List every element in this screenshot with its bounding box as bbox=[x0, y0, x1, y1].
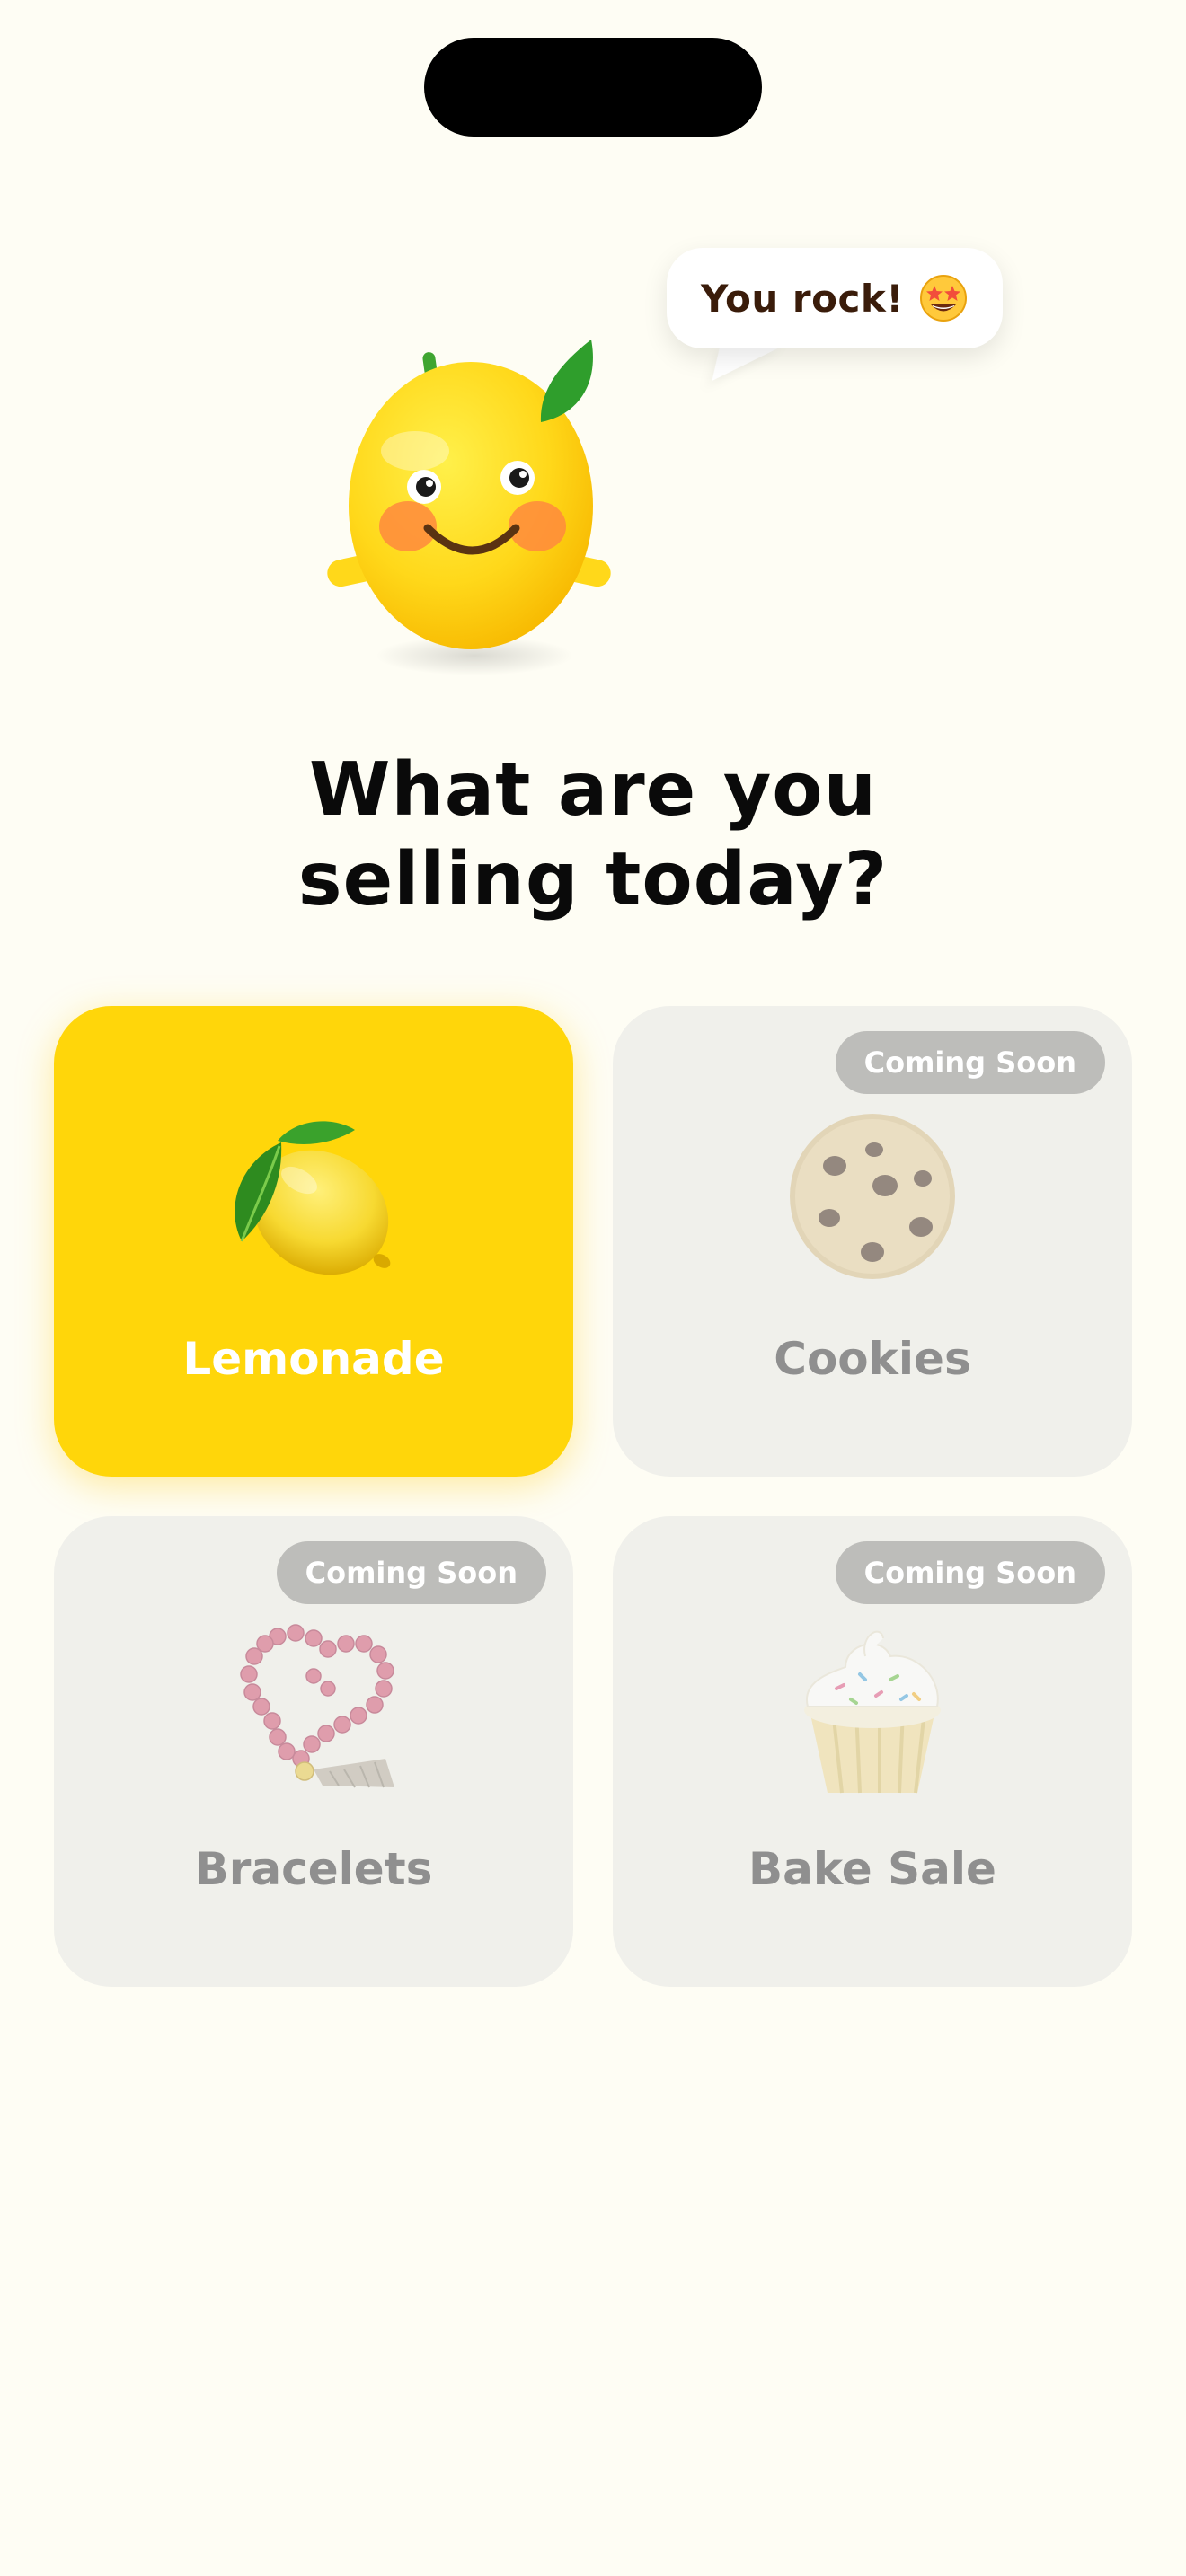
option-label: Bake Sale bbox=[748, 1843, 996, 1895]
coming-soon-badge: Coming Soon bbox=[835, 1031, 1105, 1094]
option-card-cookies[interactable]: Coming Soon Cookies bbox=[613, 1006, 1132, 1477]
star-struck-face-icon bbox=[919, 275, 967, 322]
coming-soon-badge: Coming Soon bbox=[276, 1541, 546, 1604]
coming-soon-badge: Coming Soon bbox=[835, 1541, 1105, 1604]
option-card-lemonade[interactable]: Lemonade bbox=[54, 1006, 573, 1477]
page-title: What are you selling today? bbox=[0, 745, 1186, 925]
lemon-icon bbox=[235, 1121, 391, 1275]
dynamic-island bbox=[424, 38, 762, 137]
speech-bubble: You rock! bbox=[667, 248, 1003, 348]
option-card-bracelets[interactable]: Coming Soon Bracelets bbox=[54, 1516, 573, 1987]
option-card-bake-sale[interactable]: Coming Soon Bake Sale bbox=[613, 1516, 1132, 1987]
option-label: Lemonade bbox=[182, 1333, 445, 1385]
speech-bubble-text: You rock! bbox=[701, 276, 904, 321]
option-label: Cookies bbox=[774, 1333, 971, 1385]
page-title-line-2: selling today? bbox=[297, 837, 889, 922]
bead-bracelet-icon bbox=[240, 1624, 394, 1788]
cupcake-icon bbox=[804, 1630, 941, 1794]
lemon-mascot-icon bbox=[327, 340, 611, 675]
cookie-icon bbox=[790, 1114, 955, 1279]
page-title-line-1: What are you bbox=[308, 747, 877, 833]
option-label: Bracelets bbox=[194, 1843, 433, 1895]
speech-bubble-tail bbox=[699, 345, 785, 381]
